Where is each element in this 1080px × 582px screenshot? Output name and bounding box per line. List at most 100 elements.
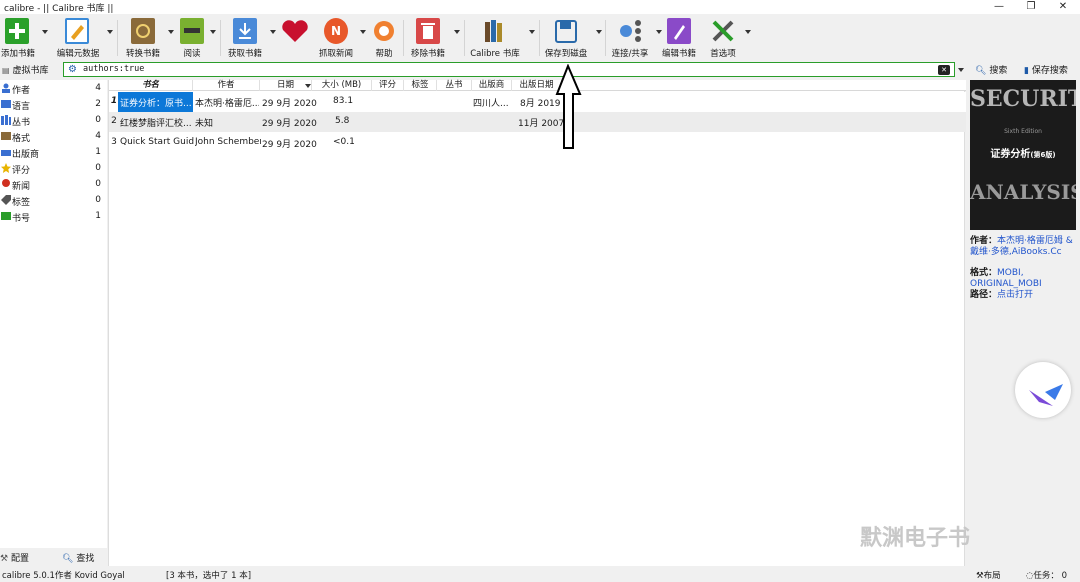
- read-label: 阅读: [183, 49, 201, 59]
- fetch-news-button[interactable]: N 抓取新闻: [316, 16, 356, 59]
- title-bar: calibre - || Calibre 书库 || — ❐ ✕: [0, 0, 1080, 14]
- virtual-library-icon: ▤: [2, 66, 10, 75]
- layout-label: 布局: [983, 571, 1001, 581]
- category-count: 4: [95, 131, 101, 141]
- read-button[interactable]: 阅读: [176, 16, 208, 59]
- search-input[interactable]: ⚙ authors:true ✕: [63, 62, 955, 77]
- details-formats: 格式：MOBI, ORIGINAL_MOBI: [970, 268, 1080, 290]
- category-label: 出版商: [12, 150, 40, 160]
- column-header-author[interactable]: 作者: [193, 80, 260, 91]
- cell-size: <0.1: [333, 137, 355, 147]
- help-lifebuoy-icon: [372, 18, 396, 44]
- save-dropdown-icon[interactable]: [596, 30, 602, 34]
- book-icon: [1, 131, 11, 141]
- window-title: calibre - || Calibre 书库 ||: [4, 4, 114, 14]
- donate-button[interactable]: [279, 16, 309, 58]
- get-books-dropdown-icon[interactable]: [270, 30, 276, 34]
- category-label: 标签: [12, 198, 31, 208]
- cell-author: John Schember: [195, 137, 261, 147]
- book-cover[interactable]: SECURITY Sixth Edition 证券分析(第6版) ANALYSI…: [970, 80, 1076, 230]
- saved-search-button[interactable]: ▮ 保存搜索: [1024, 63, 1068, 76]
- status-bar: calibre 5.0.1作者 Kovid Goyal [3 本书，选中了 1 …: [0, 566, 1080, 582]
- edit-metadata-dropdown-icon[interactable]: [107, 30, 113, 34]
- column-header-series[interactable]: 丛书: [437, 80, 472, 91]
- search-button[interactable]: 🔍︎ 搜索: [975, 63, 1007, 76]
- edit-book-icon: [667, 18, 691, 44]
- column-header-title[interactable]: 书名: [109, 80, 193, 91]
- convert-dropdown-icon[interactable]: [168, 30, 174, 34]
- find-button[interactable]: 🔍︎ 查找: [62, 551, 94, 564]
- connect-share-button[interactable]: 连接/共享: [606, 16, 654, 59]
- category-count: 1: [95, 211, 101, 221]
- category-formats[interactable]: 格式 4: [0, 129, 105, 145]
- virtual-library-label: 虚拟书库: [12, 66, 49, 76]
- category-label: 新闻: [12, 182, 31, 192]
- column-header-size[interactable]: 大小 (MB): [312, 80, 372, 91]
- news-pin-icon: [1, 179, 11, 189]
- path-label: 路径：: [970, 290, 998, 300]
- read-dropdown-icon[interactable]: [210, 30, 216, 34]
- add-books-label: 添加书籍: [0, 49, 35, 59]
- jobs-indicator[interactable]: ◌任务： 0: [1026, 569, 1067, 581]
- convert-books-label: 转换书籍: [125, 49, 160, 59]
- category-news[interactable]: 新闻 0: [0, 177, 105, 193]
- remove-dropdown-icon[interactable]: [454, 30, 460, 34]
- category-languages[interactable]: 语言 2: [0, 97, 105, 113]
- search-history-dropdown-icon[interactable]: [958, 68, 964, 72]
- search-icon: 🔍︎: [975, 66, 987, 76]
- add-books-button[interactable]: 添加书籍: [0, 16, 36, 59]
- help-button[interactable]: 帮助: [369, 16, 399, 59]
- column-header-publisher[interactable]: 出版商: [472, 80, 512, 91]
- trash-icon: [416, 18, 440, 44]
- floppy-disk-icon: [554, 18, 578, 44]
- gear-icon[interactable]: ⚙: [68, 65, 77, 75]
- column-header-tags[interactable]: 标签: [404, 80, 437, 91]
- tools-icon: [711, 18, 735, 44]
- remove-books-label: 移除书籍: [410, 49, 445, 59]
- get-books-button[interactable]: 获取书籍: [224, 16, 266, 59]
- edit-book-button[interactable]: 编辑书籍: [658, 16, 700, 59]
- remove-books-button[interactable]: 移除书籍: [407, 16, 449, 59]
- column-header-rating[interactable]: 评分: [372, 80, 404, 91]
- library-dropdown-icon[interactable]: [529, 30, 535, 34]
- cell-date: 29 9月 2020: [262, 140, 317, 150]
- table-row[interactable]: 3 Quick Start Guide John Schember 29 9月 …: [109, 133, 966, 153]
- path-link[interactable]: 点击打开: [997, 290, 1033, 300]
- cell-size: 83.1: [333, 96, 354, 106]
- category-authors[interactable]: 作者 4: [0, 81, 105, 97]
- category-count: 0: [95, 179, 101, 189]
- category-rating[interactable]: 评分 0: [0, 161, 105, 177]
- close-button[interactable]: ✕: [1048, 0, 1078, 14]
- maximize-button[interactable]: ❐: [1016, 0, 1046, 14]
- fetch-news-dropdown-icon[interactable]: [360, 30, 366, 34]
- edit-metadata-button[interactable]: 编辑元数据: [52, 16, 104, 59]
- virtual-library-button[interactable]: ▤ 虚拟书库: [2, 63, 48, 76]
- category-identifiers[interactable]: 书号 1: [0, 209, 105, 225]
- save-to-disk-button[interactable]: 保存到磁盘: [542, 16, 590, 59]
- convert-books-button[interactable]: 转换书籍: [122, 16, 164, 59]
- category-publishers[interactable]: 出版商 1: [0, 145, 105, 161]
- preferences-dropdown-icon[interactable]: [745, 30, 751, 34]
- cell-title: Quick Start Guide: [120, 137, 194, 147]
- category-tags[interactable]: 标签 0: [0, 193, 105, 209]
- cell-publisher: 四川人...: [473, 99, 509, 109]
- preferences-button[interactable]: 首选项: [704, 16, 742, 59]
- toolbar-divider: [117, 20, 118, 56]
- configure-button[interactable]: ⚒ 配置: [0, 551, 29, 564]
- convert-icon: [131, 18, 155, 44]
- table-row[interactable]: 1 证券分析：原书... 本杰明·格雷厄... 29 9月 2020 83.1 …: [109, 92, 966, 112]
- category-label: 格式: [12, 134, 31, 144]
- library-button[interactable]: Calibre 书库: [466, 16, 524, 59]
- category-series[interactable]: 丛书 0: [0, 113, 105, 129]
- layout-button[interactable]: ⚒布局: [976, 569, 1001, 581]
- table-row[interactable]: 2 红楼梦脂评汇校... 未知 29 9月 2020 5.8 11月 2007: [109, 112, 966, 132]
- heart-icon: [282, 20, 308, 42]
- star-icon: [1, 163, 11, 173]
- minimize-button[interactable]: —: [984, 0, 1014, 14]
- add-books-dropdown-icon[interactable]: [42, 30, 48, 34]
- toolbar-divider: [464, 20, 465, 56]
- connect-share-label: 连接/共享: [611, 49, 649, 59]
- category-count: 2: [95, 99, 101, 109]
- clear-search-icon[interactable]: ✕: [938, 65, 950, 75]
- find-label: 查找: [76, 554, 95, 564]
